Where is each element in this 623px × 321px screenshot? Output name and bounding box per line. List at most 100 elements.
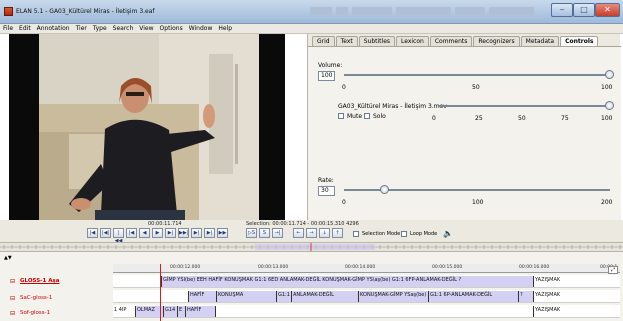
menu-type[interactable]: Type (93, 25, 107, 32)
annotation-segment[interactable]: GİMP YSI(be) EEH HAFİF KONUŞMAK G1:1 6ED… (161, 276, 533, 287)
menu-tier[interactable]: Tier (76, 25, 87, 32)
annotation-segment[interactable]: ? (518, 291, 533, 302)
ruler-label: 00:00:16.000 (519, 265, 550, 270)
rate-tick-0: 0 (342, 199, 346, 206)
title-bar: ELAN 5.1 - GA03_Kültürel Miras - İletişi… (0, 0, 623, 24)
annotation-segment[interactable]: YAZIŞMAK (533, 306, 603, 317)
blurred-title-area (310, 7, 540, 17)
speaker-icon[interactable]: 🔈 (443, 229, 453, 238)
tier-name-sof-gloss-1[interactable]: Sof-gloss-1 (20, 310, 50, 316)
play-button[interactable]: ▶ (152, 228, 163, 238)
timeline-overview[interactable] (0, 242, 623, 252)
annotation-segment[interactable] (113, 291, 188, 302)
media-tick-75: 75 (561, 115, 569, 122)
previous-pixel-button[interactable]: ◀ (139, 228, 150, 238)
annotation-down-button[interactable]: ↓ (319, 228, 330, 238)
tier-expand-icon[interactable]: ⊟ (10, 278, 15, 285)
menu-annotation[interactable]: Annotation (37, 25, 70, 32)
menu-search[interactable]: Search (113, 25, 134, 32)
annotation-segment[interactable]: HAFİF (188, 291, 216, 302)
annotation-segment[interactable]: G1:1 (276, 291, 291, 302)
menu-edit[interactable]: Edit (19, 25, 31, 32)
step-forward-second-button[interactable]: ▶| (191, 228, 202, 238)
current-time: 00:00:11.714 (148, 221, 182, 227)
rate-value-field[interactable]: 30 (318, 186, 335, 196)
tier-name-gloss-1[interactable]: GLOSS-1 Aşa (20, 278, 59, 284)
annotation-segment[interactable]: E (177, 306, 185, 317)
annotation-segment[interactable]: 1 4IP (113, 306, 135, 317)
window-title: ELAN 5.1 - GA03_Kültürel Miras - İletişi… (16, 8, 155, 15)
selection-time: Selection: 00:00:11.714 - 00:00:15.310 4… (246, 221, 359, 227)
step-backward-second-button[interactable]: |◀◀ (113, 228, 124, 244)
tier-row-sac-gloss-1[interactable]: HAFİF KONUŞMA G1:1 ANLAMAK-DEĞİL KONUŞMA… (113, 290, 620, 303)
next-frame-button[interactable]: ▶▶| (178, 228, 189, 238)
annotation-segment[interactable]: G1:1 6P-ANLAMAK-DEĞİL (428, 291, 518, 302)
annotation-segment[interactable]: KONUŞMA (216, 291, 276, 302)
menu-help[interactable]: Help (218, 25, 232, 32)
next-annotation-button[interactable]: → (306, 228, 317, 238)
annotation-up-button[interactable]: ↑ (332, 228, 343, 238)
volume-label: Volume: (318, 62, 343, 69)
video-viewer[interactable] (9, 34, 285, 220)
mute-label: Mute (347, 113, 363, 120)
rate-slider-thumb[interactable] (380, 185, 389, 194)
annotation-segment[interactable]: ANLAMAK-DEĞİL (291, 291, 358, 302)
loop-mode-label: Loop Mode (410, 231, 438, 237)
menu-window[interactable]: Window (189, 25, 213, 32)
toggle-crosshair-button[interactable]: →| (272, 228, 283, 238)
maximize-button[interactable]: □ (573, 3, 595, 17)
selection-mode-checkbox[interactable] (353, 231, 359, 237)
annotation-segment[interactable]: G14 (163, 306, 177, 317)
media-tick-50: 50 (518, 115, 526, 122)
loop-mode-checkbox[interactable] (401, 231, 407, 237)
volume-slider-thumb[interactable] (605, 70, 614, 79)
rate-tick-200: 200 (601, 199, 613, 206)
annotation-segment[interactable]: OLMAZ (135, 306, 163, 317)
tier-row-sof-gloss-1[interactable]: 1 4IP OLMAZ G14 E HAFİF YAZIŞMAK (113, 305, 620, 318)
solo-label: Solo (373, 113, 386, 120)
annotation-segment[interactable]: YAZIŞMAK (533, 291, 603, 302)
menu-bar: File Edit Annotation Tier Type Search Vi… (0, 24, 623, 34)
menu-options[interactable]: Options (160, 25, 183, 32)
next-pixel-button[interactable]: ▶| (165, 228, 176, 238)
ruler-label: 00:00:13.000 (258, 265, 289, 270)
media-controls: 00:00:11.714 Selection: 00:00:11.714 - 0… (0, 220, 623, 244)
time-cursor[interactable] (160, 264, 161, 321)
previous-frame-button[interactable]: |◀ (126, 228, 137, 238)
tier-row-gloss-1[interactable]: GİMP YSI(be) EEH HAFİF KONUŞMAK G1:1 6ED… (113, 275, 620, 288)
play-selection-button[interactable]: ▷S (246, 228, 257, 238)
video-frame (9, 34, 285, 220)
annotation-tier-viewer[interactable]: ▲▼ 00:00:12.000 00:00:13.000 00:00:14.00… (0, 252, 623, 321)
go-to-end-button[interactable]: ▶▶ (217, 228, 228, 238)
next-scrollview-button[interactable]: ▶| (204, 228, 215, 238)
volume-value-field[interactable]: 100 (318, 71, 335, 81)
zoom-toggle-button[interactable]: ⤢ (608, 266, 618, 274)
ruler-label: 00:00:15.000 (432, 265, 463, 270)
tier-expand-icon[interactable]: ⊟ (10, 310, 15, 317)
selection-mode-label: Selection Mode (362, 231, 401, 237)
elan-app-icon (4, 7, 13, 16)
annotation-segment[interactable] (215, 306, 533, 317)
previous-scrollview-button[interactable]: |◀| (100, 228, 111, 238)
menu-file[interactable]: File (3, 25, 13, 32)
tier-expand-icon[interactable]: ⊟ (10, 295, 15, 302)
go-to-begin-button[interactable]: |◀ (87, 228, 98, 238)
media-volume-slider-track[interactable] (438, 105, 610, 107)
close-button[interactable]: ✕ (595, 3, 620, 17)
minimize-button[interactable]: ‒ (551, 3, 573, 17)
annotation-segment[interactable]: KONUŞMAK-GİMP YSaş(be) (358, 291, 428, 302)
media-tick-25: 25 (475, 115, 483, 122)
menu-view[interactable]: View (139, 25, 153, 32)
tier-panel-header: ▲▼ (4, 255, 12, 261)
media-volume-slider-thumb[interactable] (605, 101, 614, 110)
annotation-segment[interactable]: YAZIŞMAK (533, 276, 603, 287)
controls-tab-content: Volume: 100 0 50 100 GA03_Kültürel Miras… (308, 46, 621, 220)
mute-checkbox[interactable] (338, 113, 344, 119)
solo-checkbox[interactable] (364, 113, 370, 119)
tier-name-sac-gloss-1[interactable]: SaC-gloss-1 (20, 295, 52, 301)
prev-annotation-button[interactable]: ← (293, 228, 304, 238)
volume-slider-track[interactable] (344, 74, 610, 76)
clear-selection-button[interactable]: S (259, 228, 270, 238)
timeline-ticks (0, 243, 623, 251)
annotation-segment[interactable]: HAFİF (185, 306, 215, 317)
